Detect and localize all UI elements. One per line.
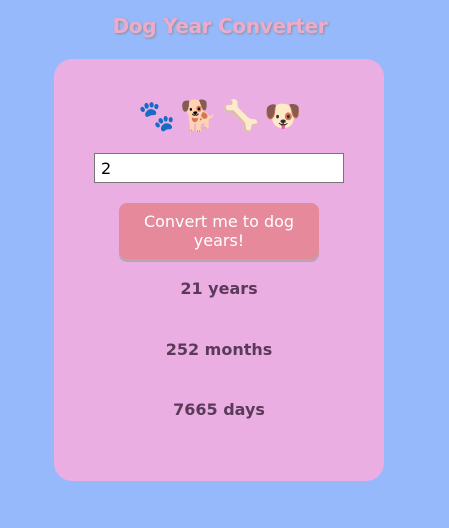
converter-card: 🐾 🐕 🦴 🐶 Convert me to dog years! 21 year… xyxy=(54,59,384,481)
result-days: 7665 days xyxy=(173,400,265,419)
result-years: 21 years xyxy=(180,279,258,298)
dog-face-icon: 🐶 xyxy=(264,99,302,134)
dog-icon: 🐕 xyxy=(180,99,218,134)
bone-icon: 🦴 xyxy=(222,99,260,134)
result-months: 252 months xyxy=(165,340,273,359)
convert-button[interactable]: Convert me to dog years! xyxy=(119,203,319,259)
emoji-row: 🐾 🐕 🦴 🐶 xyxy=(54,99,384,135)
human-age-input[interactable] xyxy=(94,153,344,183)
page-title: Dog Year Converter xyxy=(112,14,328,38)
paw-prints-icon: 🐾 xyxy=(138,99,176,134)
